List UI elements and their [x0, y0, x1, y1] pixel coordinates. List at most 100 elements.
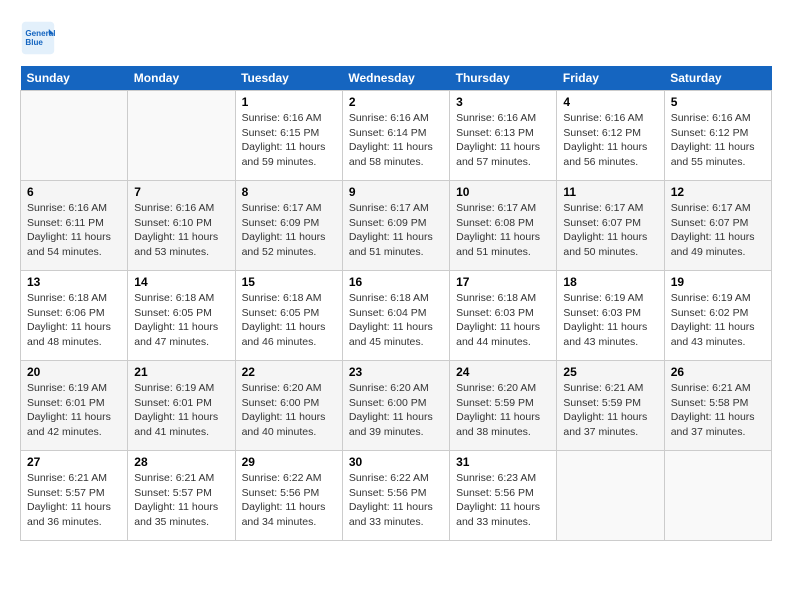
day-number: 4 [563, 95, 657, 109]
day-info: Sunrise: 6:21 AMSunset: 5:59 PMDaylight:… [563, 381, 657, 440]
day-number: 25 [563, 365, 657, 379]
calendar-cell: 23 Sunrise: 6:20 AMSunset: 6:00 PMDayligh… [342, 361, 449, 451]
calendar-cell: 18 Sunrise: 6:19 AMSunset: 6:03 PMDayligh… [557, 271, 664, 361]
day-number: 17 [456, 275, 550, 289]
day-info: Sunrise: 6:18 AMSunset: 6:05 PMDaylight:… [242, 291, 336, 350]
day-info: Sunrise: 6:16 AMSunset: 6:10 PMDaylight:… [134, 201, 228, 260]
day-info: Sunrise: 6:22 AMSunset: 5:56 PMDaylight:… [242, 471, 336, 530]
day-number: 7 [134, 185, 228, 199]
day-info: Sunrise: 6:17 AMSunset: 6:09 PMDaylight:… [242, 201, 336, 260]
calendar-cell: 5Sunrise: 6:16 AMSunset: 6:12 PMDaylight… [664, 91, 771, 181]
col-header-friday: Friday [557, 66, 664, 91]
day-number: 13 [27, 275, 121, 289]
calendar-cell: 28 Sunrise: 6:21 AMSunset: 5:57 PMDayligh… [128, 451, 235, 541]
day-info: Sunrise: 6:19 AMSunset: 6:03 PMDaylight:… [563, 291, 657, 350]
day-info: Sunrise: 6:16 AMSunset: 6:12 PMDaylight:… [671, 111, 765, 170]
day-info: Sunrise: 6:19 AMSunset: 6:01 PMDaylight:… [27, 381, 121, 440]
week-row-5: 27 Sunrise: 6:21 AMSunset: 5:57 PMDayligh… [21, 451, 772, 541]
calendar-cell: 1Sunrise: 6:16 AMSunset: 6:15 PMDaylight… [235, 91, 342, 181]
calendar-cell: 20 Sunrise: 6:19 AMSunset: 6:01 PMDayligh… [21, 361, 128, 451]
calendar-cell: 9 Sunrise: 6:17 AMSunset: 6:09 PMDaylight… [342, 181, 449, 271]
day-info: Sunrise: 6:19 AMSunset: 6:01 PMDaylight:… [134, 381, 228, 440]
day-info: Sunrise: 6:17 AMSunset: 6:08 PMDaylight:… [456, 201, 550, 260]
calendar-cell: 7 Sunrise: 6:16 AMSunset: 6:10 PMDaylight… [128, 181, 235, 271]
week-row-1: 1Sunrise: 6:16 AMSunset: 6:15 PMDaylight… [21, 91, 772, 181]
calendar-cell: 16 Sunrise: 6:18 AMSunset: 6:04 PMDayligh… [342, 271, 449, 361]
col-header-sunday: Sunday [21, 66, 128, 91]
calendar-cell: 15 Sunrise: 6:18 AMSunset: 6:05 PMDayligh… [235, 271, 342, 361]
col-header-monday: Monday [128, 66, 235, 91]
day-number: 26 [671, 365, 765, 379]
week-row-3: 13 Sunrise: 6:18 AMSunset: 6:06 PMDayligh… [21, 271, 772, 361]
day-info: Sunrise: 6:21 AMSunset: 5:57 PMDaylight:… [134, 471, 228, 530]
day-info: Sunrise: 6:17 AMSunset: 6:07 PMDaylight:… [563, 201, 657, 260]
day-info: Sunrise: 6:20 AMSunset: 6:00 PMDaylight:… [242, 381, 336, 440]
day-number: 28 [134, 455, 228, 469]
calendar-cell: 27 Sunrise: 6:21 AMSunset: 5:57 PMDayligh… [21, 451, 128, 541]
day-number: 6 [27, 185, 121, 199]
col-header-saturday: Saturday [664, 66, 771, 91]
calendar-cell: 26Sunrise: 6:21 AMSunset: 5:58 PMDayligh… [664, 361, 771, 451]
calendar-cell [664, 451, 771, 541]
calendar-cell: 8 Sunrise: 6:17 AMSunset: 6:09 PMDaylight… [235, 181, 342, 271]
calendar-cell: 21 Sunrise: 6:19 AMSunset: 6:01 PMDayligh… [128, 361, 235, 451]
day-info: Sunrise: 6:16 AMSunset: 6:15 PMDaylight:… [242, 111, 336, 170]
col-header-wednesday: Wednesday [342, 66, 449, 91]
calendar-cell: 14 Sunrise: 6:18 AMSunset: 6:05 PMDayligh… [128, 271, 235, 361]
logo: General Blue [20, 20, 62, 56]
day-number: 19 [671, 275, 765, 289]
day-number: 20 [27, 365, 121, 379]
header-row: SundayMondayTuesdayWednesdayThursdayFrid… [21, 66, 772, 91]
page-header: General Blue [20, 20, 772, 56]
day-info: Sunrise: 6:18 AMSunset: 6:05 PMDaylight:… [134, 291, 228, 350]
day-info: Sunrise: 6:18 AMSunset: 6:04 PMDaylight:… [349, 291, 443, 350]
day-info: Sunrise: 6:18 AMSunset: 6:06 PMDaylight:… [27, 291, 121, 350]
calendar-cell: 6 Sunrise: 6:16 AMSunset: 6:11 PMDaylight… [21, 181, 128, 271]
day-info: Sunrise: 6:23 AMSunset: 5:56 PMDaylight:… [456, 471, 550, 530]
day-number: 27 [27, 455, 121, 469]
calendar-cell: 30Sunrise: 6:22 AMSunset: 5:56 PMDayligh… [342, 451, 449, 541]
day-info: Sunrise: 6:16 AMSunset: 6:12 PMDaylight:… [563, 111, 657, 170]
calendar-cell: 11 Sunrise: 6:17 AMSunset: 6:07 PMDayligh… [557, 181, 664, 271]
week-row-2: 6 Sunrise: 6:16 AMSunset: 6:11 PMDaylight… [21, 181, 772, 271]
day-info: Sunrise: 6:16 AMSunset: 6:14 PMDaylight:… [349, 111, 443, 170]
calendar-table: SundayMondayTuesdayWednesdayThursdayFrid… [20, 66, 772, 541]
day-number: 21 [134, 365, 228, 379]
calendar-cell [557, 451, 664, 541]
day-number: 9 [349, 185, 443, 199]
day-number: 3 [456, 95, 550, 109]
day-number: 18 [563, 275, 657, 289]
calendar-cell: 29Sunrise: 6:22 AMSunset: 5:56 PMDayligh… [235, 451, 342, 541]
day-number: 14 [134, 275, 228, 289]
day-info: Sunrise: 6:17 AMSunset: 6:07 PMDaylight:… [671, 201, 765, 260]
calendar-cell: 24Sunrise: 6:20 AMSunset: 5:59 PMDayligh… [450, 361, 557, 451]
col-header-thursday: Thursday [450, 66, 557, 91]
calendar-cell [21, 91, 128, 181]
day-info: Sunrise: 6:21 AMSunset: 5:57 PMDaylight:… [27, 471, 121, 530]
calendar-cell: 10 Sunrise: 6:17 AMSunset: 6:08 PMDayligh… [450, 181, 557, 271]
day-number: 11 [563, 185, 657, 199]
day-number: 10 [456, 185, 550, 199]
calendar-cell: 17Sunrise: 6:18 AMSunset: 6:03 PMDayligh… [450, 271, 557, 361]
day-info: Sunrise: 6:17 AMSunset: 6:09 PMDaylight:… [349, 201, 443, 260]
day-info: Sunrise: 6:22 AMSunset: 5:56 PMDaylight:… [349, 471, 443, 530]
day-number: 15 [242, 275, 336, 289]
day-number: 23 [349, 365, 443, 379]
svg-text:Blue: Blue [25, 38, 43, 47]
day-number: 16 [349, 275, 443, 289]
day-number: 8 [242, 185, 336, 199]
day-info: Sunrise: 6:20 AMSunset: 6:00 PMDaylight:… [349, 381, 443, 440]
day-number: 22 [242, 365, 336, 379]
calendar-cell [128, 91, 235, 181]
calendar-cell: 19 Sunrise: 6:19 AMSunset: 6:02 PMDayligh… [664, 271, 771, 361]
day-number: 12 [671, 185, 765, 199]
day-info: Sunrise: 6:19 AMSunset: 6:02 PMDaylight:… [671, 291, 765, 350]
col-header-tuesday: Tuesday [235, 66, 342, 91]
logo-icon: General Blue [20, 20, 56, 56]
day-info: Sunrise: 6:20 AMSunset: 5:59 PMDaylight:… [456, 381, 550, 440]
calendar-cell: 12 Sunrise: 6:17 AMSunset: 6:07 PMDayligh… [664, 181, 771, 271]
calendar-cell: 4 Sunrise: 6:16 AMSunset: 6:12 PMDaylight… [557, 91, 664, 181]
day-info: Sunrise: 6:16 AMSunset: 6:11 PMDaylight:… [27, 201, 121, 260]
day-info: Sunrise: 6:16 AMSunset: 6:13 PMDaylight:… [456, 111, 550, 170]
calendar-cell: 3 Sunrise: 6:16 AMSunset: 6:13 PMDaylight… [450, 91, 557, 181]
